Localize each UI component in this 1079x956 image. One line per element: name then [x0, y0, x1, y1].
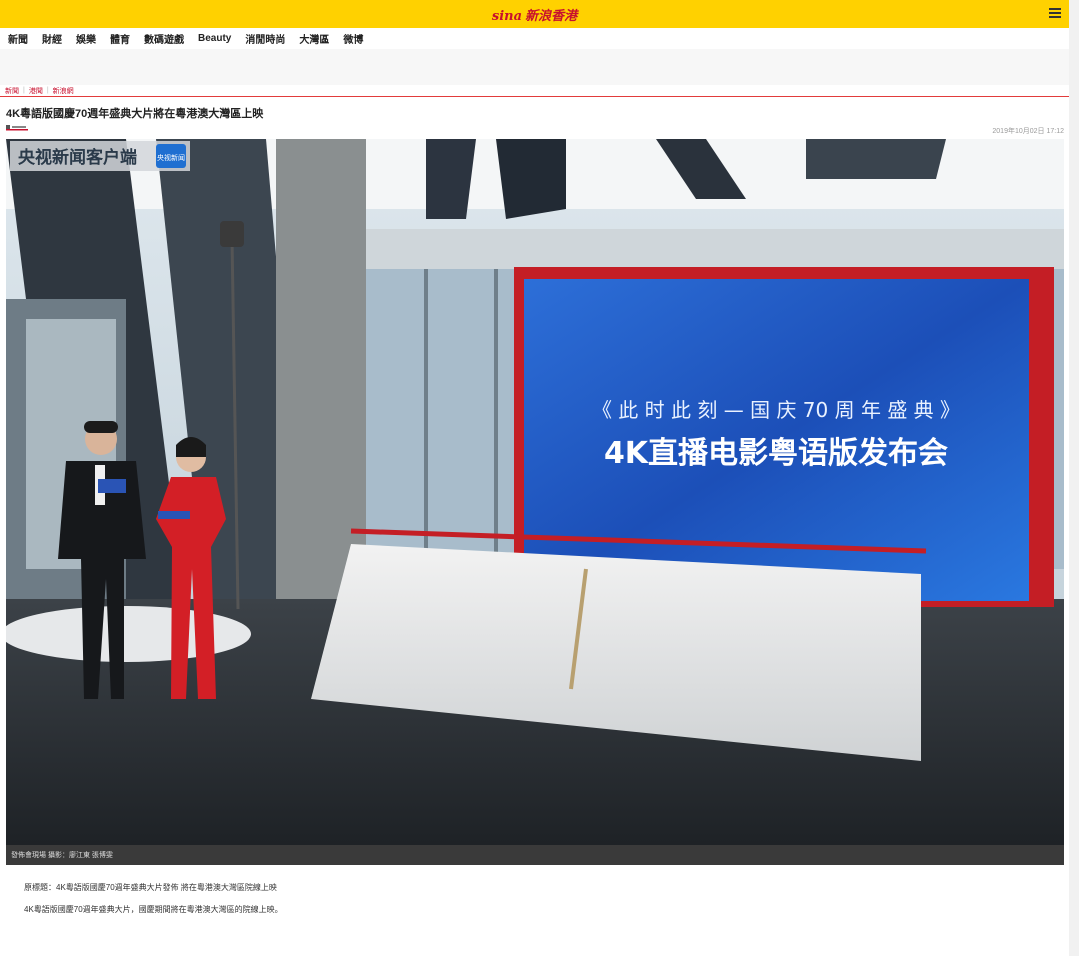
nav-item-weibo[interactable]: 微博 — [343, 31, 363, 46]
breadcrumb-hk-news[interactable]: 港聞 — [29, 86, 43, 96]
logo-site-text: 新浪香港 — [525, 8, 578, 24]
article-photo[interactable]: 《 此 时 此 刻 — 国 庆 70 周 年 盛 典 》 4K直播电影粤语版发布… — [6, 139, 1064, 845]
nav-item-beauty[interactable]: Beauty — [198, 33, 231, 44]
section-divider — [0, 96, 1069, 97]
breadcrumb: 新聞 | 港聞 | 新浪網 — [5, 85, 74, 96]
screen-title-line: 《 此 时 此 刻 — 国 庆 70 周 年 盛 典 》 — [592, 398, 960, 422]
source-logo-icon — [6, 125, 28, 131]
article-date: 2019年10月02日 17:12 — [992, 128, 1064, 135]
ad-spacer — [0, 49, 1069, 85]
photo-caption: 發佈會現場 攝影：廖江東 張博雯 — [6, 845, 1064, 865]
article-paragraph: 原標題：4K粵語版國慶70週年盛典大片發佈 將在粵港澳大灣區院線上映 — [24, 883, 277, 892]
sina-hk-logo[interactable]: sina 新浪香港 — [492, 5, 577, 24]
nav-item-sports[interactable]: 體育 — [110, 31, 130, 46]
scrollbar-track[interactable] — [1069, 0, 1079, 956]
nav-item-lifestyle[interactable]: 消閒時尚 — [245, 31, 285, 46]
photo-watermark-badge: 央视新闻 — [157, 153, 185, 162]
top-header: sina 新浪香港 — [0, 0, 1069, 28]
nav-item-greater-bay[interactable]: 大灣區 — [299, 31, 329, 46]
photo-watermark: 央视新闻客户端 — [18, 147, 137, 168]
nav-item-news[interactable]: 新聞 — [8, 31, 28, 46]
screen-subtitle-line: 4K直播电影粤语版发布会 — [604, 436, 948, 471]
main-nav: 新聞 財經 娛樂 體育 數碼遊戲 Beauty 消閒時尚 大灣區 微博 — [0, 28, 1069, 49]
breadcrumb-separator: | — [23, 87, 25, 94]
article-paragraph: 4K粵語版國慶70週年盛典大片，國慶期間將在粵港澳大灣區的院線上映。 — [24, 905, 283, 914]
nav-item-finance[interactable]: 財經 — [42, 31, 62, 46]
breadcrumb-sina[interactable]: 新浪網 — [53, 86, 74, 96]
logo-sina-text: sina — [491, 8, 523, 24]
nav-item-digital-games[interactable]: 數碼遊戲 — [144, 31, 184, 46]
hamburger-menu-icon[interactable] — [1049, 6, 1061, 20]
article-title: 4K粵語版國慶70週年盛典大片將在粵港澳大灣區上映 — [6, 108, 264, 120]
breadcrumb-news[interactable]: 新聞 — [5, 86, 19, 96]
breadcrumb-separator: | — [46, 87, 49, 94]
nav-item-entertainment[interactable]: 娛樂 — [76, 31, 96, 46]
